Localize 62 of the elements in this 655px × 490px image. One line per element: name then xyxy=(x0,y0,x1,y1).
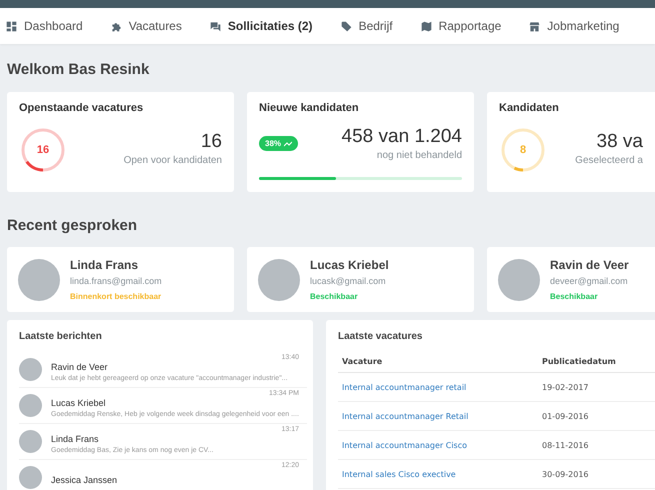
vacancy-link[interactable]: Internal sales Cisco exective xyxy=(342,470,456,478)
stat-value: 16 xyxy=(200,130,222,152)
nav-tab[interactable]: Jobmarketing xyxy=(529,19,620,33)
stat-value: 458 van 1.204 xyxy=(342,126,462,148)
contact-card[interactable]: Lucas Kriebel lucask@gmail.com Beschikbaar xyxy=(247,247,474,312)
chat-icon xyxy=(210,20,221,32)
tag-icon xyxy=(340,20,352,32)
contact-email: lucask@gmail.com xyxy=(310,276,387,286)
store-icon xyxy=(529,20,540,32)
nav-tab[interactable]: Vacatures xyxy=(110,19,182,33)
contact-email: linda.frans@gmail.com xyxy=(70,276,162,286)
panel-title: Laatste berichten xyxy=(19,330,103,342)
card-title: Openstaande vacatures xyxy=(19,102,144,114)
contact-card[interactable]: Ravin de Veer deveer@gmail.com Beschikbaar xyxy=(487,247,655,312)
welcome-heading: Welkom Bas Resink xyxy=(7,60,150,80)
map-icon xyxy=(420,20,432,32)
sender-name: Ravin de Veer xyxy=(51,362,109,372)
avatar-placeholder xyxy=(19,394,42,417)
avatar-placeholder xyxy=(18,258,60,300)
avatar-placeholder xyxy=(258,258,300,300)
sender-name: Linda Frans xyxy=(51,434,100,444)
contact-card[interactable]: Linda Frans linda.frans@gmail.com Binnenkort beschikbaar xyxy=(7,247,234,312)
column-header: Vacature xyxy=(338,351,538,372)
ring-value: 8 xyxy=(520,144,526,156)
avatar-placeholder xyxy=(19,358,42,381)
availability-status: Binnenkort beschikbaar xyxy=(70,292,162,301)
sender-name: Lucas Kriebel xyxy=(51,398,107,408)
trend-icon xyxy=(284,140,292,146)
card-title: Nieuwe kandidaten xyxy=(259,102,360,114)
vacancy-link[interactable]: Internal accountmanager retail xyxy=(342,382,466,392)
section-heading: Recent gesproken xyxy=(7,216,138,236)
ring-value: 16 xyxy=(36,144,50,156)
nav-tab[interactable]: Bedrijf xyxy=(340,19,393,33)
contact-name: Linda Frans xyxy=(70,258,140,272)
contact-name: Ravin de Veer xyxy=(550,258,629,272)
nav-tab[interactable]: Dashboard xyxy=(6,19,83,33)
table-cell: 19-02-2017 xyxy=(538,372,655,402)
nav-tab[interactable]: Rapportage xyxy=(420,19,502,33)
availability-status: Beschikbaar xyxy=(310,292,359,301)
availability-status: Beschikbaar xyxy=(550,292,599,301)
table-cell: 01-09-2016 xyxy=(538,402,655,430)
stat-value: 38 va xyxy=(596,130,643,152)
avatar-placeholder xyxy=(19,430,42,453)
dashboard-icon xyxy=(6,20,17,32)
panel-title: Laatste vacatures xyxy=(338,330,424,342)
puzzle-icon xyxy=(110,20,122,32)
nav-tab[interactable]: Sollicitaties (2) xyxy=(210,19,313,33)
vacancy-link[interactable]: Internal accountmanager Retail xyxy=(342,412,468,420)
percent-badge: 38% xyxy=(259,136,298,151)
contact-name: Lucas Kriebel xyxy=(310,258,389,272)
avatar-placeholder xyxy=(498,258,540,300)
column-header: Publicatiedatum xyxy=(538,351,655,372)
stat-caption: Geselecteerd a xyxy=(575,154,643,166)
stat-caption: Open voor kandidaten xyxy=(124,154,222,166)
table-cell: 08-11-2016 xyxy=(538,430,655,460)
stat-caption: nog niet behandeld xyxy=(376,150,462,161)
sender-name: Jessica Janssen xyxy=(51,474,118,484)
vacancy-link[interactable]: Internal accountmanager Cisco xyxy=(342,440,468,450)
avatar-placeholder xyxy=(19,466,42,489)
table-cell: 30-09-2016 xyxy=(538,460,655,488)
card-title: Kandidaten xyxy=(499,102,560,114)
contact-email: deveer@gmail.com xyxy=(550,276,629,286)
